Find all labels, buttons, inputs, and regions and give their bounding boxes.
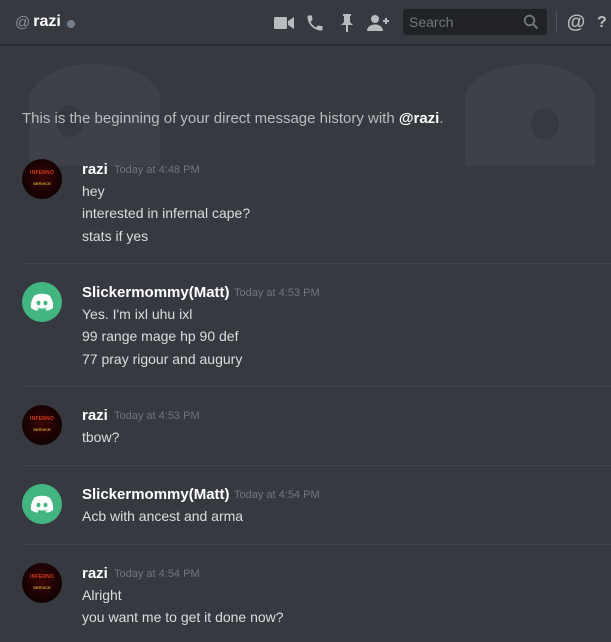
toolbar-divider xyxy=(556,11,557,33)
avatar-logo-subtext: SERVICE xyxy=(33,427,51,432)
dm-intro-text: This is the beginning of your direct mes… xyxy=(22,110,444,127)
intro-suffix: . xyxy=(439,110,444,127)
author-name[interactable]: razi xyxy=(82,407,108,424)
help-icon[interactable]: ? xyxy=(597,12,611,34)
intro-prefix: This is the beginning of your direct mes… xyxy=(22,110,399,127)
message-divider xyxy=(22,465,611,466)
message-line: 77 pray rigour and augury xyxy=(82,351,243,367)
author-name[interactable]: razi xyxy=(82,161,108,178)
search-box[interactable] xyxy=(403,9,547,35)
message-timestamp: Today at 4:48 PM xyxy=(114,164,200,176)
avatar[interactable]: INFERNO SERVICE xyxy=(22,159,62,199)
message-timestamp: Today at 4:53 PM xyxy=(114,410,200,422)
message-line: Acb with ancest and arma xyxy=(82,508,244,524)
search-icon[interactable] xyxy=(523,14,539,35)
avatar[interactable] xyxy=(22,282,62,322)
status-indicator xyxy=(66,19,75,28)
at-symbol: @ xyxy=(15,13,31,31)
message-line: 99 range mage hp 90 def xyxy=(82,328,239,344)
dm-username[interactable]: razi xyxy=(33,13,61,31)
discord-logo-icon xyxy=(30,495,54,513)
add-friend-icon[interactable] xyxy=(367,12,389,34)
message-line: stats if yes xyxy=(82,228,149,244)
message-divider xyxy=(22,544,611,545)
author-name[interactable]: razi xyxy=(82,565,108,582)
video-call-icon[interactable] xyxy=(273,12,295,34)
mention-icon[interactable]: @ xyxy=(565,12,587,34)
search-input[interactable] xyxy=(409,14,519,30)
avatar-logo-text: INFERNO xyxy=(30,416,54,422)
pin-icon[interactable] xyxy=(336,12,358,34)
message-line: tbow? xyxy=(82,429,120,445)
discord-logo-icon xyxy=(30,293,54,311)
avatar-logo-text: INFERNO xyxy=(30,574,54,580)
avatar-logo-subtext: SERVICE xyxy=(33,585,51,590)
message-line: Yes. I'm ixl uhu ixl xyxy=(82,306,193,322)
message-line: Alright xyxy=(82,587,122,603)
avatar-logo-text: INFERNO xyxy=(30,170,54,176)
message-line: hey xyxy=(82,183,105,199)
channel-header: @ razi @ ? xyxy=(0,0,611,45)
voice-call-icon[interactable] xyxy=(304,12,326,34)
avatar[interactable]: INFERNO SERVICE xyxy=(22,563,62,603)
message-timestamp: Today at 4:53 PM xyxy=(234,287,320,299)
author-name[interactable]: Slickermommy(Matt) xyxy=(82,486,230,503)
avatar[interactable] xyxy=(22,484,62,524)
avatar[interactable]: INFERNO SERVICE xyxy=(22,405,62,445)
message-divider xyxy=(22,386,611,387)
message-list[interactable]: This is the beginning of your direct mes… xyxy=(0,46,611,642)
message-divider xyxy=(22,263,611,264)
message-timestamp: Today at 4:54 PM xyxy=(114,568,200,580)
intro-handle[interactable]: @razi xyxy=(399,110,439,127)
author-name[interactable]: Slickermommy(Matt) xyxy=(82,284,230,301)
message-line: interested in infernal cape? xyxy=(82,205,251,221)
discord-watermark-icon xyxy=(30,64,595,166)
message-line: you want me to get it done now? xyxy=(82,609,284,625)
avatar-logo-subtext: SERVICE xyxy=(33,181,51,186)
message-timestamp: Today at 4:54 PM xyxy=(234,489,320,501)
